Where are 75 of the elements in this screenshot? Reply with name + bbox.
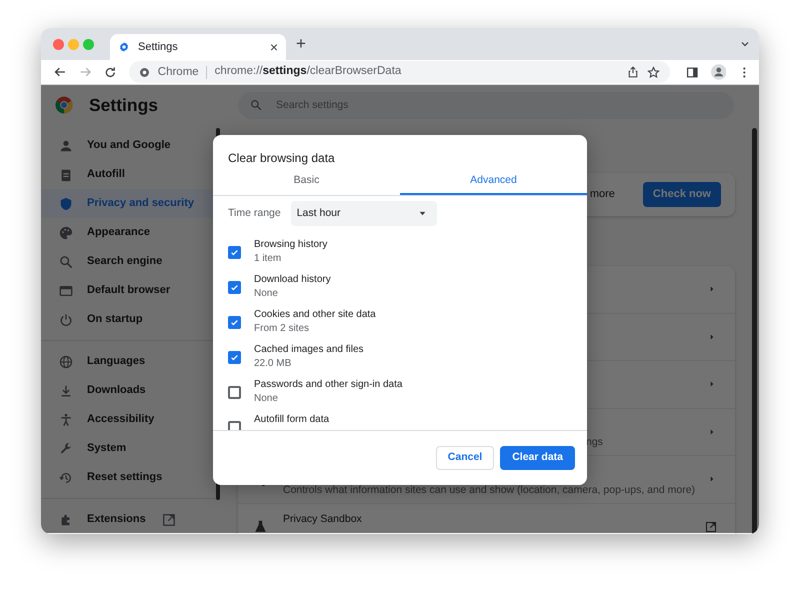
accessibility-icon [59, 412, 73, 426]
sidebar-item[interactable]: On startup [41, 305, 220, 334]
check-icon [230, 352, 239, 363]
row-title: Privacy Sandbox [283, 512, 363, 527]
power-icon [59, 312, 73, 326]
sidebar-item[interactable]: Languages [41, 347, 220, 376]
external-link-icon [162, 512, 176, 526]
share-icon[interactable] [627, 66, 640, 78]
checkbox[interactable] [228, 316, 241, 329]
checkbox[interactable] [228, 386, 241, 399]
option-label: Browsing history [254, 238, 328, 252]
option-detail: 22.0 MB [254, 357, 292, 371]
search-icon [59, 254, 73, 268]
palette-icon [59, 226, 73, 240]
site-origin: Chrome [158, 66, 207, 78]
chrome-logo-icon [55, 96, 73, 114]
clipboard-icon [59, 168, 73, 182]
sidebar-item[interactable]: Search engine [41, 247, 220, 276]
new-tab-button[interactable]: + [296, 31, 306, 57]
option-detail: None [254, 287, 279, 301]
flask-icon [254, 520, 267, 534]
row-description: Controls what information sites can use and show (location, camera, pop-ups, and more) [283, 482, 696, 498]
tab-title: Settings [138, 40, 179, 55]
option-label: Cookies and other site data [254, 308, 376, 322]
sidebar-item[interactable]: Extensions [41, 505, 220, 534]
sidebar-item[interactable]: Appearance [41, 218, 220, 247]
option-label: Autofill form data [254, 413, 330, 427]
close-tab-button[interactable]: × [270, 36, 278, 58]
option-detail: From 2 sites [254, 322, 310, 336]
reload-icon[interactable] [104, 66, 117, 78]
gear-icon [118, 41, 130, 53]
sidebar-item[interactable]: Default browser [41, 276, 220, 305]
settings-title: Settings [89, 94, 158, 117]
option-label: Cached images and files [254, 343, 364, 357]
clear-data-button[interactable]: Clear data [500, 446, 575, 470]
person-icon [59, 138, 73, 152]
browser-tab[interactable]: Settings × [110, 34, 286, 60]
profile-avatar-icon[interactable] [710, 64, 726, 80]
url-text: chrome://settings/clearBrowserData [214, 64, 402, 80]
checkbox[interactable] [228, 246, 241, 259]
site-info-icon [138, 66, 150, 78]
dropdown-arrow-icon [418, 209, 427, 218]
dialog-title: Clear browsing data [227, 150, 336, 167]
wrench-icon [59, 442, 73, 456]
time-range-label: Time range [228, 206, 281, 221]
learn-more-link[interactable]: more [590, 186, 615, 203]
option-detail: None [254, 392, 279, 406]
cancel-button[interactable]: Cancel [436, 446, 494, 470]
option-label: Passwords and other sign-in data [254, 378, 402, 392]
check-now-button[interactable]: Check now [642, 182, 721, 207]
close-window-button[interactable] [53, 38, 64, 50]
time-range-dropdown[interactable]: Last hour [290, 201, 437, 226]
dialog-tab[interactable]: Advanced [400, 169, 587, 195]
scrollbar[interactable] [752, 128, 757, 534]
address-bar[interactable]: Chrome chrome://settings/clearBrowserData [128, 61, 670, 83]
checkbox[interactable] [228, 351, 241, 364]
browser-window-icon [59, 284, 73, 298]
globe-icon [59, 354, 73, 368]
star-icon[interactable] [647, 66, 660, 78]
history-icon [59, 470, 73, 484]
side-panel-icon[interactable] [686, 66, 699, 78]
sidebar-item[interactable]: Downloads [41, 376, 220, 405]
check-icon [230, 247, 239, 258]
check-icon [230, 317, 239, 328]
external-link-icon[interactable] [705, 520, 717, 533]
shield-icon [59, 196, 73, 210]
search-icon [250, 98, 262, 110]
back-arrow-icon[interactable] [53, 65, 67, 79]
download-icon [59, 384, 73, 398]
sidebar-item[interactable]: Accessibility [41, 405, 220, 434]
sidebar-item[interactable]: System [41, 434, 220, 463]
checkbox[interactable] [228, 281, 241, 294]
option-detail: 1 item [254, 252, 282, 266]
option-label: Download history [254, 273, 331, 287]
check-icon [230, 282, 239, 293]
